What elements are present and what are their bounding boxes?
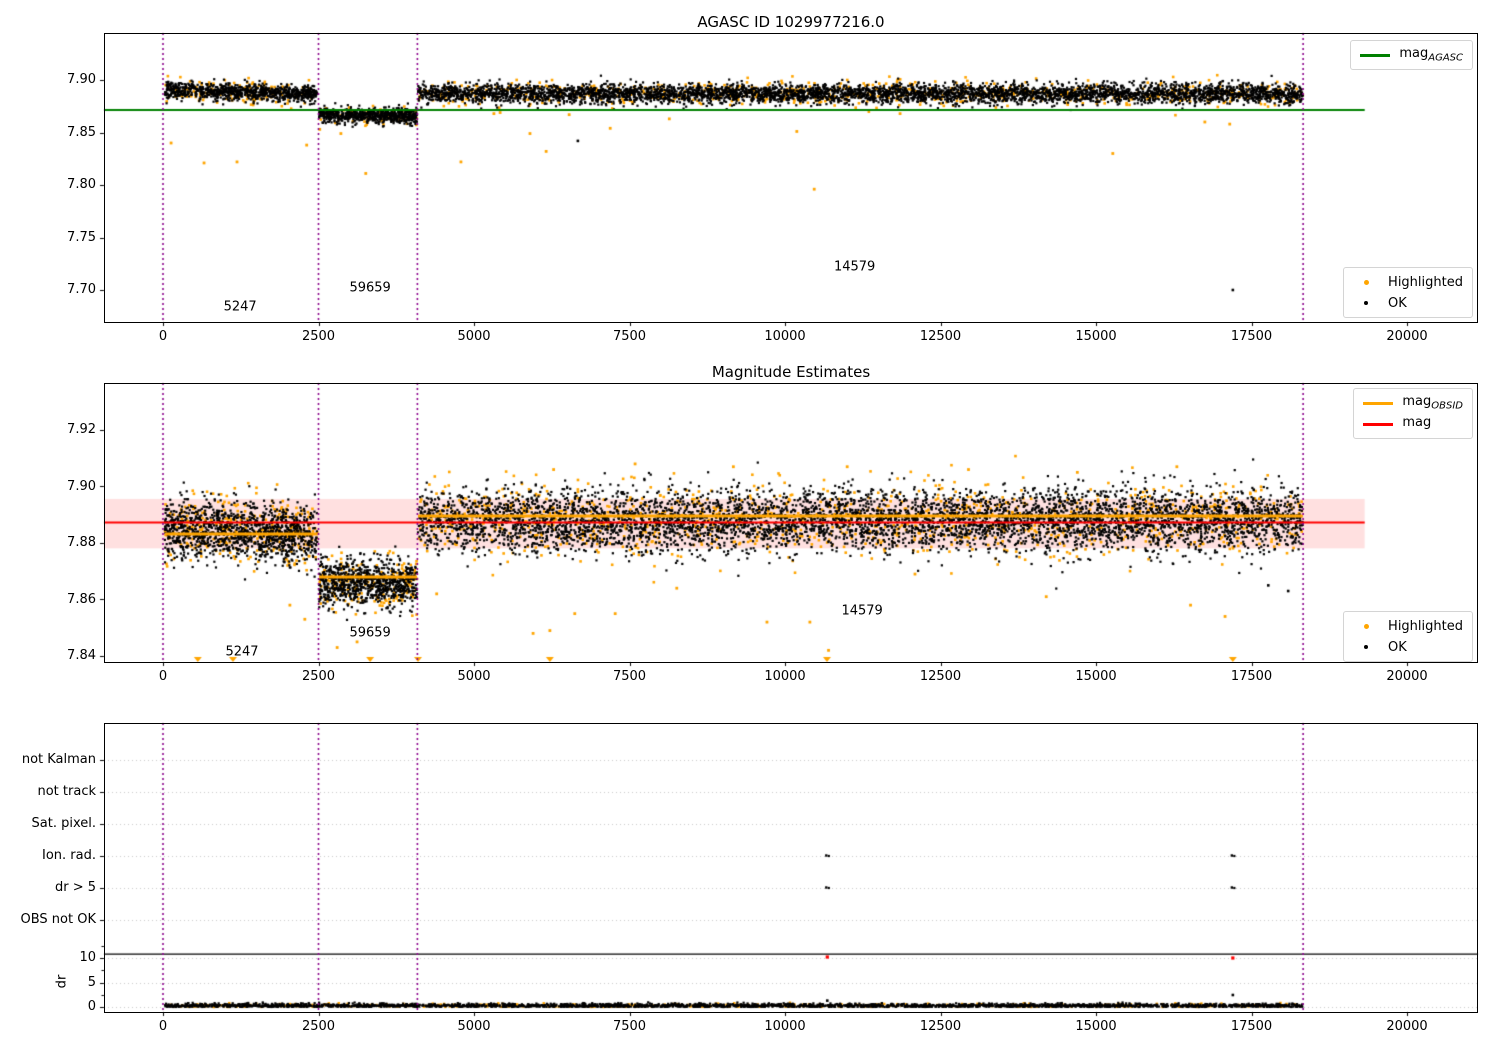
plot3-dr-axis-label: dr bbox=[54, 974, 70, 989]
plot3-xtick-7500: 7500 bbox=[612, 1019, 647, 1034]
plot2-xtick-12500: 12500 bbox=[919, 669, 962, 684]
ok-label-2: OK bbox=[1388, 639, 1407, 655]
mag-line-swatch bbox=[1363, 422, 1394, 426]
plot3-xtick-2500: 2500 bbox=[301, 1019, 336, 1034]
plot2-xtick-0: 0 bbox=[158, 669, 168, 684]
plot2-points-legend: Highlighted OK bbox=[1343, 611, 1473, 662]
plot3-xtick-0: 0 bbox=[158, 1019, 168, 1034]
chart-canvas bbox=[0, 0, 1500, 1050]
plot2-annotation-obsid-14579: 14579 bbox=[841, 603, 883, 619]
plot3-drtick-10: 10 bbox=[79, 950, 96, 965]
plot2-xtick-7500: 7500 bbox=[612, 669, 647, 684]
plot2-annotation-obsid-5247: 5247 bbox=[225, 644, 259, 660]
figure: AGASC ID 1029977216.0 Magnitude Estimate… bbox=[0, 0, 1500, 1050]
plot3-flag-label-5: OBS not OK bbox=[20, 911, 97, 927]
plot2-ytick-7.84: 7.84 bbox=[67, 648, 96, 663]
plot2-line-legend: magOBSID mag bbox=[1353, 388, 1473, 439]
plot2-ytick-7.92: 7.92 bbox=[67, 422, 96, 437]
plot2-xtick-15000: 15000 bbox=[1075, 669, 1117, 684]
plot1-annotation-obsid-14579: 14579 bbox=[833, 259, 876, 275]
plot2-annotation-obsid-59659: 59659 bbox=[349, 625, 391, 641]
mag-agasc-label: magAGASC bbox=[1399, 46, 1463, 64]
plot1-ytick-7.85: 7.85 bbox=[67, 124, 96, 140]
mag-obsid-label: magOBSID bbox=[1402, 394, 1463, 412]
plot1-points-legend: Highlighted OK bbox=[1343, 267, 1473, 318]
plot1-ytick-7.90: 7.90 bbox=[67, 72, 96, 87]
plot1-xtick-15000: 15000 bbox=[1075, 329, 1117, 344]
mag-label: mag bbox=[1402, 415, 1432, 431]
mag-agasc-line-swatch bbox=[1360, 53, 1391, 57]
ok-dot-swatch bbox=[1353, 301, 1379, 305]
plot1-ytick-7.75: 7.75 bbox=[67, 229, 96, 245]
plot3-xtick-12500: 12500 bbox=[919, 1019, 962, 1034]
plot3-drtick-0: 0 bbox=[87, 999, 96, 1014]
plot1-xtick-0: 0 bbox=[158, 329, 168, 344]
plot3-drtick-5: 5 bbox=[87, 974, 96, 990]
plot1-xtick-20000: 20000 bbox=[1386, 329, 1428, 344]
highlighted-label-2: Highlighted bbox=[1388, 618, 1463, 634]
legend-item-ok-2: OK bbox=[1353, 638, 1463, 656]
ok-label: OK bbox=[1388, 295, 1407, 311]
plot3-xtick-15000: 15000 bbox=[1075, 1019, 1117, 1034]
legend-item-mag-agasc: magAGASC bbox=[1360, 46, 1463, 64]
plot2-xtick-5000: 5000 bbox=[457, 669, 491, 684]
plot2-xtick-17500: 17500 bbox=[1230, 669, 1273, 684]
plot1-ytick-7.80: 7.80 bbox=[67, 177, 96, 192]
plot3-flag-label-1: not track bbox=[37, 783, 96, 799]
plot3-xtick-5000: 5000 bbox=[457, 1019, 491, 1034]
plot2-xtick-10000: 10000 bbox=[764, 669, 806, 684]
plot2-ytick-7.90: 7.90 bbox=[67, 478, 96, 494]
plot1-xtick-7500: 7500 bbox=[612, 329, 647, 344]
plot1-annotation-obsid-59659: 59659 bbox=[349, 280, 391, 296]
plot2-ytick-7.86: 7.86 bbox=[67, 591, 96, 607]
plot3-flag-label-3: Ion. rad. bbox=[42, 847, 96, 863]
plot2-ytick-7.88: 7.88 bbox=[67, 535, 96, 550]
plot3-flag-label-0: not Kalman bbox=[21, 751, 96, 767]
legend-item-mag: mag bbox=[1363, 415, 1463, 433]
legend-item-highlighted: Highlighted bbox=[1353, 273, 1463, 291]
plot1-xtick-17500: 17500 bbox=[1230, 329, 1273, 344]
plot2-xtick-2500: 2500 bbox=[301, 669, 336, 684]
plot1-xtick-10000: 10000 bbox=[764, 329, 806, 344]
mag-obsid-line-swatch bbox=[1363, 401, 1394, 405]
legend-item-ok: OK bbox=[1353, 294, 1463, 312]
plot2-xtick-20000: 20000 bbox=[1386, 669, 1428, 684]
highlighted-dot-swatch-2 bbox=[1353, 623, 1379, 629]
plot3-flag-label-4: dr > 5 bbox=[54, 879, 96, 895]
plot1-ytick-7.70: 7.70 bbox=[67, 282, 96, 297]
plot1-xtick-5000: 5000 bbox=[457, 329, 491, 344]
legend-item-mag-obsid: magOBSID bbox=[1363, 394, 1463, 412]
highlighted-label: Highlighted bbox=[1388, 274, 1463, 290]
plot1-line-legend: magAGASC bbox=[1350, 40, 1473, 70]
plot1-title: AGASC ID 1029977216.0 bbox=[697, 13, 885, 31]
legend-item-highlighted-2: Highlighted bbox=[1353, 617, 1463, 635]
ok-dot-swatch-2 bbox=[1353, 645, 1379, 649]
plot2-title: Magnitude Estimates bbox=[711, 363, 871, 381]
plot3-xtick-20000: 20000 bbox=[1386, 1019, 1428, 1034]
plot3-xtick-10000: 10000 bbox=[764, 1019, 806, 1034]
plot1-xtick-2500: 2500 bbox=[301, 329, 336, 344]
plot1-annotation-obsid-5247: 5247 bbox=[223, 299, 257, 315]
plot3-flag-label-2: Sat. pixel. bbox=[31, 815, 96, 831]
plot1-xtick-12500: 12500 bbox=[919, 329, 962, 344]
plot3-xtick-17500: 17500 bbox=[1230, 1019, 1273, 1034]
highlighted-dot-swatch bbox=[1353, 279, 1379, 285]
